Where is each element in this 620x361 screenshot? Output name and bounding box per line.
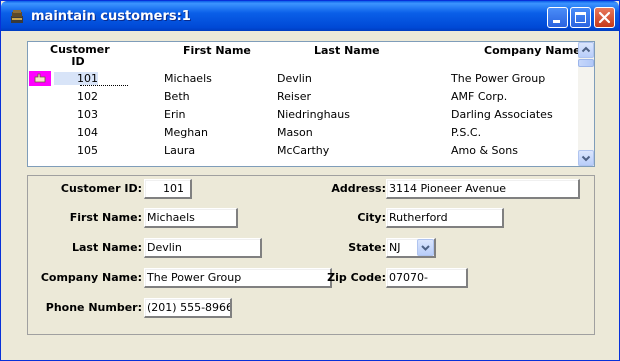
table-row[interactable]: 104 Meghan Mason P.S.C. bbox=[28, 124, 580, 142]
last-name-label: Last Name: bbox=[71, 241, 142, 254]
table-row[interactable]: 103 Erin Niedringhaus Darling Associates bbox=[28, 106, 580, 124]
cell-company-name: The Power Group bbox=[451, 72, 546, 85]
customer-detail-form: Customer ID: 101 First Name: Michaels La… bbox=[27, 175, 595, 335]
title-bar[interactable]: maintain customers:1 bbox=[1, 1, 619, 31]
close-button[interactable] bbox=[594, 7, 615, 28]
table-row[interactable]: 101 Michaels Devlin The Power Group bbox=[28, 70, 580, 88]
cell-first-name: Erin bbox=[164, 108, 186, 121]
state-dropdown-button[interactable] bbox=[417, 239, 434, 256]
cell-customer-id: 101 bbox=[54, 72, 98, 85]
cell-customer-id: 104 bbox=[77, 126, 98, 139]
column-header-first-name[interactable]: First Name bbox=[183, 44, 251, 57]
cell-first-name: Laura bbox=[164, 144, 196, 157]
column-header-last-name[interactable]: Last Name bbox=[314, 44, 380, 57]
cell-company-name: P.S.C. bbox=[451, 126, 482, 139]
customer-id-field[interactable]: 101 bbox=[144, 179, 192, 199]
window-title: maintain customers:1 bbox=[31, 9, 191, 24]
cell-customer-id: 103 bbox=[77, 108, 98, 121]
first-name-field[interactable]: Michaels bbox=[144, 208, 238, 228]
company-name-label: Company Name: bbox=[40, 271, 142, 284]
cell-first-name: Michaels bbox=[164, 72, 212, 85]
customer-id-label: Customer ID: bbox=[60, 182, 142, 195]
cell-first-name: Meghan bbox=[164, 126, 208, 139]
address-label: Address: bbox=[331, 182, 386, 195]
phone-number-field[interactable]: (201) 555-8966 bbox=[144, 298, 232, 318]
zip-code-field[interactable]: 07070- bbox=[386, 268, 468, 288]
minimize-icon bbox=[553, 20, 560, 23]
cell-customer-id: 105 bbox=[77, 144, 98, 157]
city-field[interactable]: Rutherford bbox=[386, 208, 504, 228]
cell-last-name: McCarthy bbox=[277, 144, 330, 157]
company-name-field[interactable]: The Power Group bbox=[144, 268, 332, 288]
cell-customer-id: 102 bbox=[77, 90, 98, 103]
table-row[interactable]: 102 Beth Reiser AMF Corp. bbox=[28, 88, 580, 106]
last-name-field[interactable]: Devlin bbox=[144, 238, 262, 258]
chevron-up-icon bbox=[581, 46, 591, 53]
state-label: State: bbox=[348, 241, 386, 254]
scroll-down-button[interactable] bbox=[578, 150, 594, 166]
cell-company-name: Amo & Sons bbox=[451, 144, 518, 157]
first-name-label: First Name: bbox=[69, 211, 142, 224]
customer-list[interactable]: Customer ID First Name Last Name Company… bbox=[27, 41, 595, 167]
phone-number-label: Phone Number: bbox=[45, 301, 142, 314]
scroll-up-button[interactable] bbox=[578, 42, 594, 58]
app-icon bbox=[11, 10, 23, 23]
column-header-company-name[interactable]: Company Name bbox=[484, 44, 581, 57]
scroll-thumb[interactable] bbox=[578, 59, 594, 67]
table-row[interactable]: 105 Laura McCarthy Amo & Sons bbox=[28, 142, 580, 160]
cell-last-name: Reiser bbox=[277, 90, 311, 103]
cell-last-name: Devlin bbox=[277, 72, 312, 85]
close-icon bbox=[598, 11, 611, 24]
chevron-down-icon bbox=[421, 245, 430, 251]
zip-code-label: Zip Code: bbox=[327, 271, 386, 284]
column-header-customer-id[interactable]: Customer ID bbox=[50, 44, 110, 68]
address-field[interactable]: 3114 Pioneer Avenue bbox=[386, 179, 580, 199]
minimize-button[interactable] bbox=[547, 7, 568, 28]
cell-last-name: Mason bbox=[277, 126, 313, 139]
vertical-scrollbar[interactable] bbox=[578, 42, 594, 166]
application-window: maintain customers:1 Customer ID First N… bbox=[0, 0, 620, 361]
hand-pointer-icon bbox=[29, 71, 51, 86]
chevron-down-icon bbox=[581, 155, 591, 162]
maximize-icon bbox=[575, 12, 586, 23]
cell-company-name: Darling Associates bbox=[451, 108, 553, 121]
city-label: City: bbox=[357, 211, 386, 224]
cell-company-name: AMF Corp. bbox=[451, 90, 508, 103]
cell-first-name: Beth bbox=[164, 90, 190, 103]
maximize-button[interactable] bbox=[570, 7, 591, 28]
cell-last-name: Niedringhaus bbox=[277, 108, 350, 121]
